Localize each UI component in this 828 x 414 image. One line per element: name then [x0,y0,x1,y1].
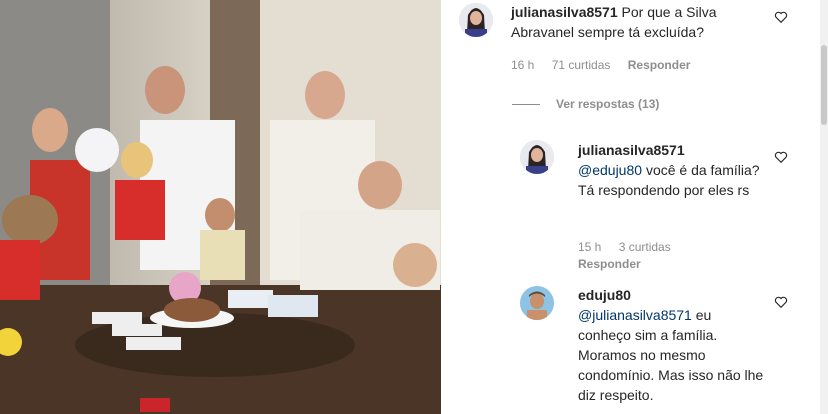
avatar[interactable] [520,286,554,320]
scrollbar-thumb[interactable] [821,45,827,125]
user-avatar-icon [520,140,554,174]
view-replies-label: Ver respostas (13) [556,97,660,111]
reply-button[interactable]: Responder [578,257,641,271]
scrollbar[interactable] [820,0,828,414]
avatar[interactable] [459,3,493,37]
post-photo [0,0,441,414]
comment-2: julianasilva8571 @eduju80 você é da famí… [578,140,768,200]
view-replies-button[interactable]: Ver respostas (13) [512,97,659,111]
user-avatar-icon [520,286,554,320]
replies-divider [512,104,540,106]
comment-time: 15 h [578,240,602,254]
comment-time: 16 h [511,58,535,72]
comment-mention[interactable]: @eduju80 [578,162,642,178]
heart-icon[interactable] [774,150,788,164]
comment-3: eduju80 @julianasilva8571 eu conheço sim… [578,285,768,405]
heart-icon[interactable] [774,10,788,24]
user-avatar-icon [459,3,493,37]
comment-1-meta: 16 h 71 curtidas Responder [511,58,704,72]
comment-username[interactable]: julianasilva8571 [578,142,685,158]
comment-likes[interactable]: 3 curtidas [619,240,671,254]
comment-2-meta: 15 h 3 curtidas Responder [578,239,728,273]
comments-panel: julianasilva8571 Por que a Silva Abravan… [441,0,828,414]
party-photo-illustration [0,0,441,414]
comment-likes[interactable]: 71 curtidas [552,58,611,72]
comment-username[interactable]: eduju80 [578,287,631,303]
comment-username[interactable]: julianasilva8571 [511,4,618,20]
reply-button[interactable]: Responder [628,58,691,72]
comment-mention[interactable]: @julianasilva8571 [578,307,692,323]
avatar[interactable] [520,140,554,174]
comment-1: julianasilva8571 Por que a Silva Abravan… [511,2,781,42]
heart-icon[interactable] [774,295,788,309]
